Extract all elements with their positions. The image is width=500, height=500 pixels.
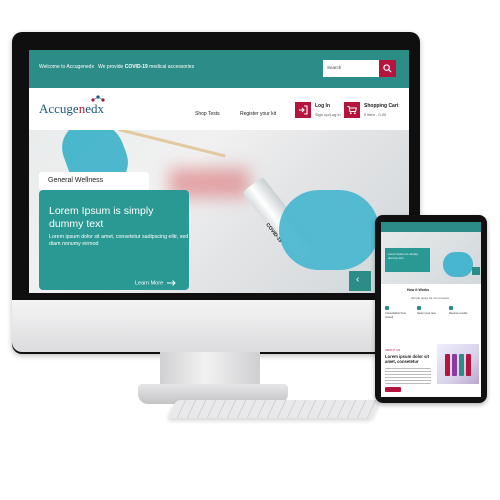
tablet-top-bar: [381, 222, 481, 232]
nav-register-kit[interactable]: Register your kit: [240, 111, 276, 117]
login-icon: [299, 105, 308, 115]
feature-icon: [449, 306, 453, 310]
feature-icon: [385, 306, 389, 310]
nav-shop-tests[interactable]: Shop Tests: [195, 111, 220, 117]
feature-icon: [417, 306, 421, 310]
cart-label[interactable]: Shopping Cart: [364, 103, 398, 109]
dna-icon: [91, 95, 105, 102]
top-bar: Welcome to Accugenedx We provide COVID-1…: [29, 50, 409, 88]
welcome-text: Welcome to Accugenedx We provide COVID-1…: [39, 64, 195, 70]
hero-prev-button[interactable]: ‹: [349, 271, 371, 291]
vial: [459, 354, 464, 376]
tablet-content-heading: Lorem ipsum dolor sit amet, consetetur: [385, 354, 429, 364]
keyboard: [167, 400, 382, 418]
cart-sub: 0 item - 0.00: [364, 112, 387, 117]
tablet-cta-button[interactable]: [385, 387, 401, 392]
search-button[interactable]: [379, 60, 396, 77]
vial: [452, 354, 457, 376]
search-icon: [383, 64, 392, 73]
vial: [445, 354, 450, 376]
tablet-feature-3: Receive results: [449, 306, 477, 316]
tablet-about-label: ABOUT US: [385, 348, 401, 352]
tablet-section-sub: Simple steps for our process: [411, 296, 450, 300]
hero-heading: Lorem Ipsum is simply dummy text: [49, 205, 154, 230]
brand-logo[interactable]: Accugenedx: [39, 95, 105, 118]
tablet-content-body: [385, 368, 431, 384]
desktop-website: Welcome to Accugenedx We provide COVID-1…: [29, 50, 409, 293]
swab: [118, 130, 226, 158]
imac-chin: [12, 300, 420, 352]
chevron-left-icon: ‹: [356, 274, 360, 285]
tablet-hero-nav[interactable]: [472, 267, 480, 275]
imac-stand: [160, 352, 260, 386]
login-button[interactable]: [295, 102, 311, 118]
login-sub: Sign up/Log in: [315, 112, 341, 117]
cart-button[interactable]: [344, 102, 360, 118]
hero-banner: COVID-19 General Wellness Lorem Ipsum is…: [29, 130, 409, 293]
tablet-feature-1: Consultation from trusted: [385, 306, 413, 319]
tablet-vials-image: [437, 344, 479, 384]
cart-icon: [347, 106, 357, 115]
tablet-section-heading: How It Works: [407, 288, 430, 292]
tablet-hero-card: Lorem Ipsum is simply dummy text: [385, 248, 430, 272]
search-input[interactable]: Search: [323, 60, 379, 77]
login-label[interactable]: Log In: [315, 103, 330, 109]
hero-tag: General Wellness: [39, 172, 149, 190]
vial: [466, 354, 471, 376]
header: Accugenedx Shop Tests Register your kit …: [29, 88, 409, 130]
tablet-glove: [443, 252, 473, 277]
tablet-feature-2: Select your test: [417, 306, 445, 316]
arrow-right-icon: [166, 280, 176, 286]
tablet-website: Lorem Ipsum is simply dummy text How It …: [381, 222, 481, 397]
hero-body: Lorem ipsum dolor sit amet, consetetur s…: [49, 234, 189, 248]
glove-right: [279, 190, 379, 270]
learn-more-link[interactable]: Learn More: [135, 280, 176, 286]
